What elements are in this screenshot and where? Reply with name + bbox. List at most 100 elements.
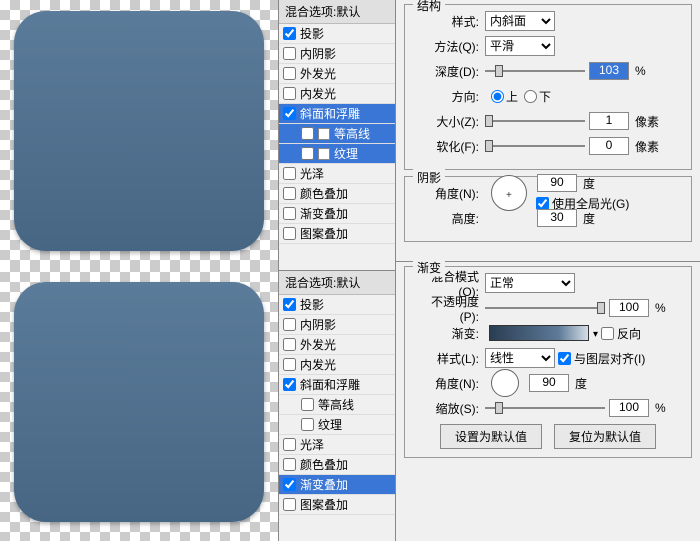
depth-input[interactable]: 103 bbox=[589, 62, 629, 80]
effect-label: 颜色叠加 bbox=[300, 456, 348, 473]
angle-input[interactable]: 90 bbox=[537, 174, 577, 192]
angle-dial[interactable]: + bbox=[491, 175, 527, 211]
effect-item[interactable]: 斜面和浮雕 bbox=[279, 104, 395, 124]
reset-default-button[interactable]: 复位为默认值 bbox=[554, 424, 656, 449]
direction-up-radio[interactable] bbox=[491, 90, 504, 103]
scale-slider[interactable] bbox=[485, 399, 605, 417]
effect-item[interactable]: 颜色叠加 bbox=[279, 455, 395, 475]
depth-slider[interactable] bbox=[485, 62, 585, 80]
altitude-input[interactable]: 30 bbox=[537, 209, 577, 227]
effect-check[interactable] bbox=[283, 67, 296, 80]
effect-item[interactable]: 斜面和浮雕 bbox=[279, 375, 395, 395]
grad-angle-input[interactable]: 90 bbox=[529, 374, 569, 392]
effect-label: 渐变叠加 bbox=[300, 205, 348, 222]
grad-angle-dial[interactable] bbox=[491, 369, 519, 397]
preview-shape-top bbox=[14, 11, 264, 251]
opacity-input[interactable]: 100 bbox=[609, 299, 649, 317]
size-input[interactable]: 1 bbox=[589, 112, 629, 130]
effect-check[interactable] bbox=[283, 478, 296, 491]
effect-check[interactable] bbox=[301, 418, 314, 431]
up-label: 上 bbox=[506, 88, 518, 105]
effect-label: 等高线 bbox=[318, 396, 354, 413]
effect-check[interactable] bbox=[283, 167, 296, 180]
effect-check[interactable] bbox=[283, 358, 296, 371]
contour-icon bbox=[318, 148, 330, 160]
effect-item[interactable]: 内发光 bbox=[279, 84, 395, 104]
align-label: 与图层对齐(I) bbox=[574, 350, 645, 367]
set-default-button[interactable]: 设置为默认值 bbox=[440, 424, 542, 449]
altitude-unit: 度 bbox=[583, 210, 595, 227]
effect-check[interactable] bbox=[283, 227, 296, 240]
down-label: 下 bbox=[539, 88, 551, 105]
effect-check[interactable] bbox=[283, 338, 296, 351]
method-select[interactable]: 平滑 bbox=[485, 36, 555, 56]
opacity-label: 不透明度(P): bbox=[413, 293, 485, 324]
soften-slider[interactable] bbox=[485, 137, 585, 155]
effect-item[interactable]: 内发光 bbox=[279, 355, 395, 375]
effect-item[interactable]: 外发光 bbox=[279, 335, 395, 355]
effect-item[interactable]: 纹理 bbox=[279, 415, 395, 435]
style-select[interactable]: 内斜面 bbox=[485, 11, 555, 31]
effect-item[interactable]: 投影 bbox=[279, 24, 395, 44]
effect-item[interactable]: 内阴影 bbox=[279, 44, 395, 64]
method-label: 方法(Q): bbox=[413, 38, 485, 55]
soften-input[interactable]: 0 bbox=[589, 137, 629, 155]
effect-check[interactable] bbox=[283, 27, 296, 40]
style-label: 样式: bbox=[413, 13, 485, 30]
size-slider[interactable] bbox=[485, 112, 585, 130]
gradient-bar-label: 渐变: bbox=[413, 325, 485, 342]
depth-unit: % bbox=[635, 64, 646, 78]
effect-item[interactable]: 渐变叠加 bbox=[279, 475, 395, 495]
effect-check[interactable] bbox=[301, 147, 314, 160]
gradient-panel: 渐变 混合模式(O): 正常 不透明度(P): 100 % 渐变: 反向 bbox=[396, 262, 700, 468]
effect-check[interactable] bbox=[283, 458, 296, 471]
effect-item[interactable]: 图案叠加 bbox=[279, 495, 395, 515]
effect-label: 外发光 bbox=[300, 65, 336, 82]
effect-check[interactable] bbox=[301, 398, 314, 411]
effect-item[interactable]: 光泽 bbox=[279, 164, 395, 184]
effect-item[interactable]: 内阴影 bbox=[279, 315, 395, 335]
effect-label: 等高线 bbox=[334, 125, 370, 142]
gradient-dropdown-icon[interactable] bbox=[593, 326, 598, 340]
scale-input[interactable]: 100 bbox=[609, 399, 649, 417]
direction-down-radio[interactable] bbox=[524, 90, 537, 103]
effect-check[interactable] bbox=[283, 318, 296, 331]
effect-check[interactable] bbox=[283, 378, 296, 391]
effect-check[interactable] bbox=[283, 438, 296, 451]
opacity-unit: % bbox=[655, 301, 666, 315]
effect-check[interactable] bbox=[301, 127, 314, 140]
effect-label: 颜色叠加 bbox=[300, 185, 348, 202]
depth-label: 深度(D): bbox=[413, 63, 485, 80]
effect-item[interactable]: 投影 bbox=[279, 295, 395, 315]
effect-item[interactable]: 外发光 bbox=[279, 64, 395, 84]
align-check[interactable] bbox=[558, 352, 571, 365]
effects-list-top: 混合选项:默认 投影内阴影外发光内发光斜面和浮雕等高线纹理光泽颜色叠加渐变叠加图… bbox=[279, 0, 395, 270]
effect-item[interactable]: 纹理 bbox=[279, 144, 395, 164]
effect-item[interactable]: 图案叠加 bbox=[279, 224, 395, 244]
effect-label: 光泽 bbox=[300, 165, 324, 182]
effects-header-bottom: 混合选项:默认 bbox=[279, 271, 395, 295]
effect-item[interactable]: 颜色叠加 bbox=[279, 184, 395, 204]
scale-label: 缩放(S): bbox=[413, 400, 485, 417]
effect-label: 渐变叠加 bbox=[300, 476, 348, 493]
blend-select[interactable]: 正常 bbox=[485, 273, 575, 293]
gradient-bar[interactable] bbox=[489, 325, 589, 341]
reverse-check[interactable] bbox=[601, 327, 614, 340]
effect-item[interactable]: 渐变叠加 bbox=[279, 204, 395, 224]
effect-check[interactable] bbox=[283, 498, 296, 511]
effect-check[interactable] bbox=[283, 187, 296, 200]
grad-style-select[interactable]: 线性 bbox=[485, 348, 555, 368]
effect-item[interactable]: 光泽 bbox=[279, 435, 395, 455]
preview-canvas-bottom bbox=[0, 262, 278, 541]
effect-item[interactable]: 等高线 bbox=[279, 395, 395, 415]
effect-check[interactable] bbox=[283, 107, 296, 120]
effect-check[interactable] bbox=[283, 298, 296, 311]
effect-check[interactable] bbox=[283, 47, 296, 60]
effect-check[interactable] bbox=[283, 207, 296, 220]
effect-label: 斜面和浮雕 bbox=[300, 105, 360, 122]
effect-check[interactable] bbox=[283, 87, 296, 100]
effect-item[interactable]: 等高线 bbox=[279, 124, 395, 144]
effect-label: 外发光 bbox=[300, 336, 336, 353]
opacity-slider[interactable] bbox=[485, 299, 605, 317]
size-unit: 像素 bbox=[635, 113, 659, 130]
